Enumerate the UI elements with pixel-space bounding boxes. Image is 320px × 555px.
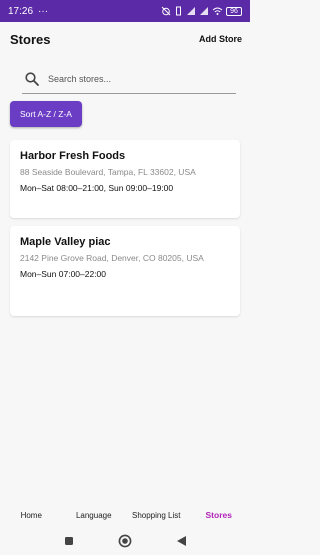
signal-icon-2 bbox=[200, 7, 208, 15]
status-right: 96 bbox=[161, 6, 242, 16]
search-input[interactable] bbox=[48, 73, 228, 84]
bottom-nav: Home Language Shopping List Stores bbox=[0, 503, 250, 527]
store-card[interactable]: Harbor Fresh Foods 88 Seaside Boulevard,… bbox=[10, 140, 240, 218]
store-address: 88 Seaside Boulevard, Tampa, FL 33602, U… bbox=[20, 167, 196, 177]
add-store-button[interactable]: Add Store bbox=[199, 34, 242, 44]
back-button[interactable] bbox=[174, 534, 188, 548]
battery-icon: 96 bbox=[226, 6, 242, 16]
recents-button[interactable] bbox=[62, 534, 76, 548]
system-nav-bar bbox=[0, 527, 250, 555]
nav-item-home[interactable]: Home bbox=[0, 511, 63, 520]
status-bar: 17:26 ··· 96 bbox=[0, 0, 250, 22]
status-time: 17:26 bbox=[8, 5, 34, 17]
store-card[interactable]: Maple Valley piac 2142 Pine Grove Road, … bbox=[10, 226, 240, 316]
vibrate-icon bbox=[176, 6, 181, 16]
sort-button[interactable]: Sort A-Z / Z-A bbox=[10, 101, 82, 127]
store-name: Harbor Fresh Foods bbox=[20, 150, 126, 162]
nav-item-shopping-list[interactable]: Shopping List bbox=[125, 511, 188, 520]
circle-icon bbox=[118, 534, 132, 548]
app-header: Stores Add Store bbox=[0, 22, 250, 56]
page-title: Stores bbox=[10, 31, 51, 47]
triangle-back-icon bbox=[176, 536, 186, 546]
store-hours: Mon–Sun 07:00–22:00 bbox=[20, 269, 107, 279]
wifi-icon bbox=[212, 7, 223, 15]
status-more: ··· bbox=[38, 5, 49, 17]
alarm-off-icon bbox=[161, 6, 171, 16]
home-button[interactable] bbox=[118, 534, 132, 548]
store-hours: Mon–Sat 08:00–21:00, Sun 09:00–19:00 bbox=[20, 183, 174, 193]
store-name: Maple Valley piac bbox=[20, 236, 111, 248]
square-icon bbox=[65, 537, 73, 545]
search-icon bbox=[25, 71, 39, 86]
signal-icon bbox=[187, 7, 195, 15]
nav-item-language[interactable]: Language bbox=[63, 511, 126, 520]
status-left: 17:26 ··· bbox=[8, 6, 48, 17]
store-address: 2142 Pine Grove Road, Denver, CO 80205, … bbox=[20, 253, 204, 263]
nav-item-stores[interactable]: Stores bbox=[188, 510, 251, 520]
search-bar[interactable] bbox=[22, 64, 236, 94]
